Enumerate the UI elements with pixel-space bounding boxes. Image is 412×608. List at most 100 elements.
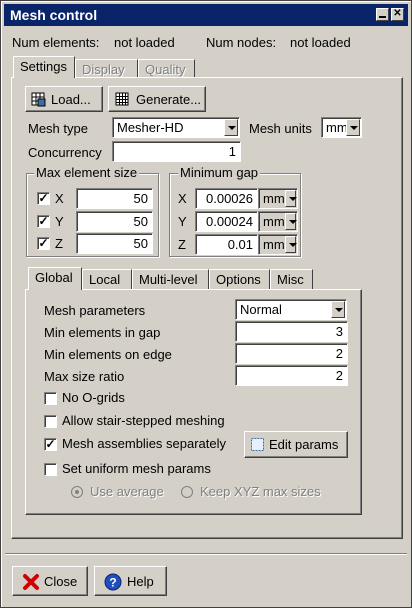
uniform-mesh-label: Set uniform mesh params	[62, 461, 211, 476]
chevron-down-icon[interactable]	[285, 236, 297, 253]
checkmark-icon: ✓	[45, 437, 56, 451]
gap-y-unit-select[interactable]: mm	[258, 211, 298, 232]
close-button[interactable]: Close	[12, 566, 88, 596]
subtab-misc[interactable]: Misc	[270, 269, 313, 289]
tab-settings-label: Settings	[20, 59, 67, 74]
gap-y-unit: mm	[263, 214, 285, 229]
gap-x-unit: mm	[263, 191, 285, 206]
generate-label: Generate...	[136, 92, 202, 107]
max-y-value: 50	[133, 214, 148, 229]
max-size-ratio-input[interactable]: 2	[235, 365, 348, 386]
max-x-checkbox[interactable]: ✓	[37, 192, 50, 205]
stair-stepped-label: Allow stair-stepped meshing	[62, 413, 225, 428]
min-elements-edge-value: 2	[335, 346, 343, 361]
gap-x-unit-select[interactable]: mm	[258, 188, 298, 209]
gap-y-label: Y	[178, 214, 187, 229]
max-z-value: 50	[133, 236, 148, 251]
footer-divider	[5, 553, 407, 555]
generate-button[interactable]: Generate...	[108, 86, 206, 112]
mesh-assemblies-checkbox[interactable]: ✓	[44, 438, 57, 451]
mesh-type-select[interactable]: Mesher-HD	[112, 117, 240, 138]
mesh-assemblies-label: Mesh assemblies separately	[62, 436, 227, 451]
max-z-input[interactable]: 50	[76, 233, 153, 254]
mesh-parameters-label: Mesh parameters	[44, 303, 146, 318]
max-size-ratio-value: 2	[335, 368, 343, 383]
gap-y-input[interactable]: 0.00024	[195, 211, 258, 232]
mesh-type-value: Mesher-HD	[117, 120, 184, 135]
tab-display[interactable]: Display	[75, 59, 138, 79]
subtab-global[interactable]: Global	[28, 267, 82, 290]
svg-text:?: ?	[109, 576, 116, 590]
mesh-parameters-value: Normal	[240, 302, 282, 317]
tab-display-label: Display	[82, 62, 125, 77]
subtab-local[interactable]: Local	[82, 269, 132, 289]
help-icon: ?	[104, 573, 122, 591]
minimize-icon	[379, 16, 386, 18]
max-y-checkbox[interactable]: ✓	[37, 215, 50, 228]
max-x-input[interactable]: 50	[76, 188, 153, 209]
use-average-radio[interactable]	[71, 486, 83, 498]
use-average-label: Use average	[90, 484, 164, 499]
max-y-input[interactable]: 50	[76, 211, 153, 232]
max-y-label: Y	[55, 214, 64, 229]
close-label: Close	[44, 574, 78, 589]
uniform-mesh-checkbox[interactable]	[44, 463, 57, 476]
subtab-options-label: Options	[216, 272, 261, 287]
help-label: Help	[127, 574, 154, 589]
chevron-down-icon[interactable]	[346, 119, 360, 136]
mesh-type-label: Mesh type	[28, 121, 88, 136]
checkmark-icon: ✓	[38, 236, 49, 250]
chevron-down-icon[interactable]	[331, 301, 345, 318]
max-x-label: X	[55, 191, 64, 206]
title-bar[interactable]: Mesh control ✕	[4, 4, 408, 26]
mesh-units-value: mm	[326, 120, 348, 135]
stair-stepped-checkbox[interactable]	[44, 415, 57, 428]
concurrency-input[interactable]: 1	[112, 141, 241, 162]
chevron-down-icon[interactable]	[285, 190, 297, 207]
max-z-checkbox[interactable]: ✓	[37, 237, 50, 250]
window-title: Mesh control	[10, 7, 98, 23]
min-elements-gap-input[interactable]: 3	[235, 321, 348, 342]
max-z-label: Z	[55, 236, 63, 251]
mesh-parameters-select[interactable]: Normal	[235, 299, 347, 320]
close-window-button[interactable]: ✕	[391, 8, 404, 21]
min-elements-edge-input[interactable]: 2	[235, 343, 348, 364]
tab-quality-label: Quality	[145, 62, 186, 77]
edit-params-icon	[251, 438, 264, 451]
mesh-units-label: Mesh units	[249, 121, 312, 136]
gap-z-input[interactable]: 0.01	[195, 234, 258, 255]
keep-xyz-radio[interactable]	[181, 486, 193, 498]
load-button[interactable]: Load...	[25, 86, 103, 112]
concurrency-value: 1	[228, 144, 236, 159]
subtab-multi-level[interactable]: Multi-level	[132, 269, 209, 289]
gap-z-unit-select[interactable]: mm	[258, 234, 298, 255]
grid-icon	[115, 92, 129, 106]
min-elements-gap-value: 3	[335, 324, 343, 339]
gap-x-input[interactable]: 0.00026	[195, 188, 258, 209]
num-nodes-value: not loaded	[290, 35, 351, 50]
max-x-value: 50	[133, 191, 148, 206]
gap-z-value: 0.01	[227, 237, 253, 252]
help-button[interactable]: ? Help	[94, 566, 167, 596]
no-ogrids-checkbox[interactable]	[44, 392, 57, 405]
load-icon	[31, 92, 46, 107]
minimum-gap-title: Minimum gap	[178, 165, 261, 180]
gap-z-label: Z	[178, 237, 186, 252]
mesh-units-select[interactable]: mm	[321, 117, 362, 138]
chevron-down-icon[interactable]	[224, 119, 238, 136]
min-elements-gap-label: Min elements in gap	[44, 325, 161, 340]
chevron-down-icon[interactable]	[285, 213, 297, 230]
subtab-misc-label: Misc	[277, 272, 304, 287]
num-elements-value: not loaded	[114, 35, 175, 50]
tab-settings[interactable]: Settings	[13, 56, 75, 78]
minimize-button[interactable]	[376, 8, 389, 21]
mesh-control-window: Mesh control ✕ Num elements: not loaded …	[0, 0, 412, 608]
checkmark-icon: ✓	[38, 214, 49, 228]
tab-quality[interactable]: Quality	[138, 59, 195, 79]
min-elements-edge-label: Min elements on edge	[44, 347, 172, 362]
concurrency-label: Concurrency	[28, 145, 102, 160]
edit-params-button[interactable]: Edit params	[244, 431, 348, 458]
subtab-options[interactable]: Options	[209, 269, 270, 289]
close-icon: ✕	[393, 8, 402, 19]
gap-y-value: 0.00024	[206, 214, 253, 229]
